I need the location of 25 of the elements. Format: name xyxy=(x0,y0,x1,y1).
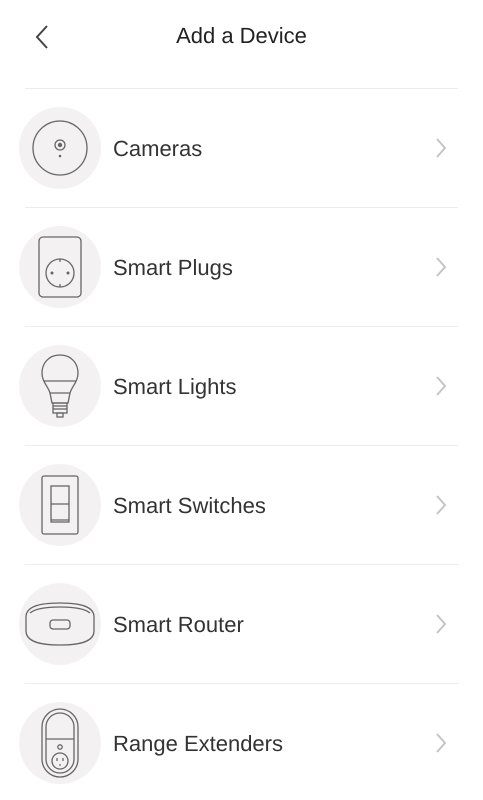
device-category-row[interactable]: Smart Lights xyxy=(0,327,483,445)
smart-plug-icon xyxy=(37,235,83,299)
device-category-row[interactable]: Smart Plugs xyxy=(0,208,483,326)
device-category-row[interactable]: Smart Router xyxy=(0,565,483,683)
chevron-right-icon xyxy=(435,137,447,159)
category-label: Cameras xyxy=(113,134,204,162)
back-icon xyxy=(34,24,50,50)
page-title: Add a Device xyxy=(176,22,307,50)
category-label: Range Extenders xyxy=(113,730,284,758)
chevron-right-icon xyxy=(435,375,447,397)
chevron-right-icon xyxy=(435,732,447,754)
category-label: Smart Router xyxy=(113,610,245,638)
range-extender-icon xyxy=(40,707,80,779)
chevron-right-icon xyxy=(435,256,447,278)
device-category-row[interactable]: Smart Switches xyxy=(0,446,483,564)
category-label: Smart Switches xyxy=(113,492,267,520)
device-category-row[interactable]: Range Extenders xyxy=(0,684,483,800)
light-switch-icon xyxy=(40,474,80,536)
camera-icon xyxy=(30,118,90,178)
chevron-right-icon xyxy=(435,494,447,516)
device-category-row[interactable]: Cameras xyxy=(0,89,483,207)
light-bulb-icon xyxy=(40,353,80,419)
category-label: Smart Plugs xyxy=(113,254,234,282)
chevron-right-icon xyxy=(435,613,447,635)
category-label: Smart Lights xyxy=(113,372,238,401)
